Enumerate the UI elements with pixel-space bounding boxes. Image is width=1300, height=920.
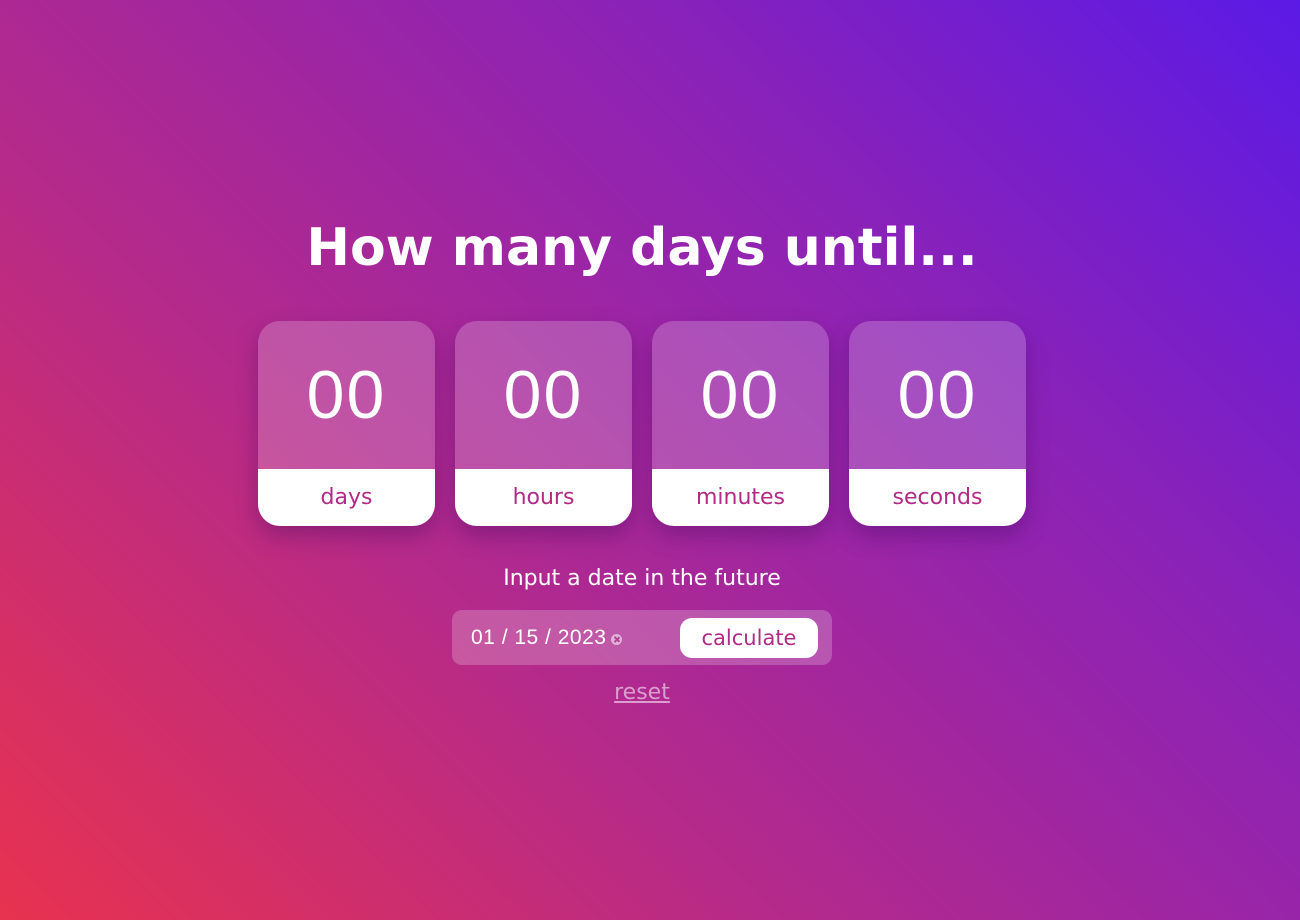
minutes-value: 00 (700, 357, 781, 433)
countdown-card-days: 00 days (258, 321, 435, 526)
days-label: days (320, 485, 373, 510)
card-label-panel: minutes (652, 469, 829, 526)
card-label-panel: seconds (849, 469, 1026, 526)
card-value-panel: 00 (258, 321, 435, 469)
hours-value: 00 (503, 357, 584, 433)
countdown-cards: 00 days 00 hours 00 minutes 00 seconds (258, 321, 1026, 526)
page-title: How many days until... (306, 218, 978, 278)
card-label-panel: days (258, 469, 435, 526)
hours-label: hours (512, 485, 575, 510)
seconds-label: seconds (892, 485, 983, 510)
date-prompt: Input a date in the future (503, 566, 781, 591)
clear-icon[interactable] (611, 634, 623, 645)
countdown-card-seconds: 00 seconds (849, 321, 1026, 526)
date-input[interactable]: 01 / 15 / 2023 (471, 626, 606, 650)
seconds-value: 00 (897, 357, 978, 433)
card-value-panel: 00 (652, 321, 829, 469)
card-label-panel: hours (455, 469, 632, 526)
countdown-card-minutes: 00 minutes (652, 321, 829, 526)
countdown-card-hours: 00 hours (455, 321, 632, 526)
calculate-button[interactable]: calculate (680, 617, 818, 658)
date-form: 01 / 15 / 2023 calculate (452, 610, 832, 665)
card-value-panel: 00 (455, 321, 632, 469)
reset-link[interactable]: reset (0, 680, 1284, 705)
minutes-label: minutes (695, 485, 786, 510)
days-value: 00 (306, 357, 387, 433)
card-value-panel: 00 (849, 321, 1026, 469)
